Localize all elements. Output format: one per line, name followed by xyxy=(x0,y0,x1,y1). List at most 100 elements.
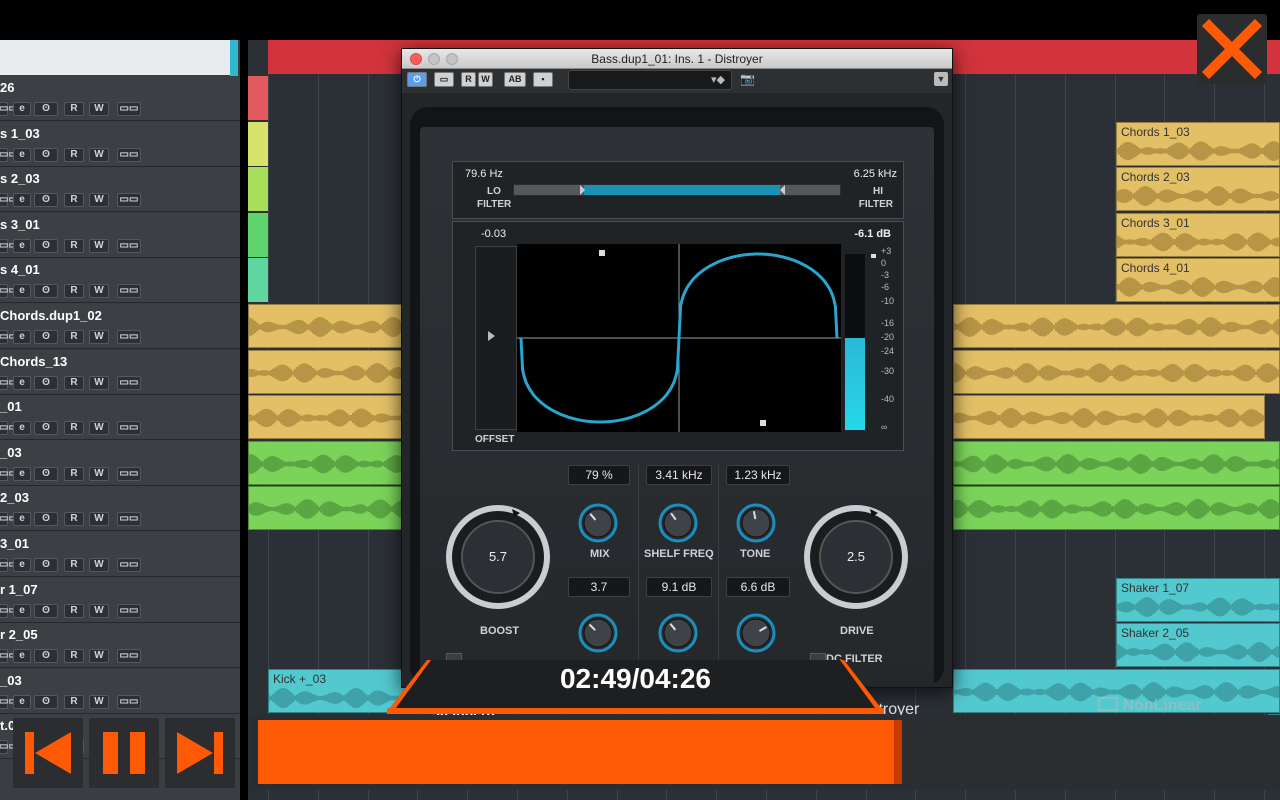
track-lane-button[interactable]: ▭▭ xyxy=(0,193,18,208)
track-w-button[interactable]: W xyxy=(89,375,109,390)
track-lane-button[interactable]: ▭▭ xyxy=(117,512,141,527)
track-r-button[interactable]: R xyxy=(64,466,84,481)
pause-button[interactable] xyxy=(89,718,159,788)
track-link-button[interactable]: ʘ xyxy=(34,147,58,162)
clip[interactable] xyxy=(953,486,1280,531)
track-r-button[interactable]: R xyxy=(64,147,84,162)
track-lane-button[interactable]: ▭▭ xyxy=(117,421,141,436)
track-r-button[interactable]: R xyxy=(64,558,84,572)
track-w-button[interactable]: W xyxy=(89,421,109,436)
track-lane-button[interactable]: ▭▭ xyxy=(0,238,18,253)
write-automation-button[interactable]: W xyxy=(478,72,493,87)
track-r-button[interactable]: R xyxy=(64,238,84,253)
track-w-button[interactable]: W xyxy=(89,238,109,253)
clip[interactable] xyxy=(953,440,1280,485)
track-link-button[interactable]: ʘ xyxy=(34,694,58,709)
clip[interactable]: Chords 1_03 xyxy=(1116,121,1280,166)
track-r-button[interactable]: R xyxy=(64,330,84,344)
track-w-button[interactable]: W xyxy=(89,466,109,481)
track-lane-button[interactable]: ▭▭ xyxy=(0,694,18,709)
track-e-button[interactable]: e xyxy=(13,558,31,572)
track-lane-button[interactable]: ▭▭ xyxy=(0,558,18,572)
knob-a[interactable] xyxy=(578,613,618,653)
transfer-curve-display[interactable] xyxy=(517,244,841,432)
drive-knob[interactable]: 2.5 xyxy=(802,503,910,611)
track-link-button[interactable]: ʘ xyxy=(34,102,58,116)
clip[interactable]: Shaker 2_05 xyxy=(1116,623,1280,668)
clip[interactable] xyxy=(248,349,408,394)
settings-button[interactable]: ▪ xyxy=(533,72,553,87)
clip[interactable] xyxy=(953,395,1265,440)
track-lane-button[interactable]: ▭▭ xyxy=(0,421,18,436)
output-level-handle[interactable] xyxy=(871,254,876,258)
track-w-button[interactable]: W xyxy=(89,102,109,116)
track-e-button[interactable]: e xyxy=(13,193,31,208)
track-color-strip[interactable] xyxy=(248,258,268,303)
track-lane-button[interactable]: ▭▭ xyxy=(117,330,141,344)
clip[interactable] xyxy=(953,304,1280,348)
shelf-freq-knob[interactable] xyxy=(658,503,698,543)
track-e-button[interactable]: e xyxy=(13,512,31,527)
clip[interactable]: Shaker 1_07 xyxy=(1116,577,1280,622)
clip[interactable] xyxy=(248,304,408,348)
track-e-button[interactable]: e xyxy=(13,375,31,390)
preset-menu-icon[interactable]: ▾◆ xyxy=(711,73,725,86)
track-lane-button[interactable]: ▭▭ xyxy=(0,649,18,664)
track-e-button[interactable]: e xyxy=(13,421,31,436)
track-list-scrollbar[interactable] xyxy=(230,40,238,76)
read-automation-button[interactable]: R xyxy=(461,72,476,87)
curve-handle[interactable] xyxy=(760,420,766,426)
track-link-button[interactable]: ʘ xyxy=(34,558,58,572)
track-link-button[interactable]: ʘ xyxy=(34,375,58,390)
track-link-button[interactable]: ʘ xyxy=(34,649,58,664)
track-e-button[interactable]: e xyxy=(13,603,31,618)
track-row[interactable]: s 3_01 ▭▭ e ʘ R W ▭▭ xyxy=(0,212,240,258)
track-link-button[interactable]: ʘ xyxy=(34,603,58,618)
track-w-button[interactable]: W xyxy=(89,330,109,344)
clip[interactable] xyxy=(248,486,408,531)
track-lane-button[interactable]: ▭▭ xyxy=(0,603,18,618)
next-button[interactable] xyxy=(165,718,235,788)
clip[interactable] xyxy=(953,349,1280,394)
track-w-button[interactable]: W xyxy=(89,603,109,618)
previous-button[interactable] xyxy=(13,718,83,788)
track-e-button[interactable]: e xyxy=(13,102,31,116)
clip[interactable]: Chords 3_01 xyxy=(1116,212,1280,257)
power-button[interactable]: ⏻ xyxy=(407,72,427,87)
track-lane-button[interactable]: ▭▭ xyxy=(117,466,141,481)
track-w-button[interactable]: W xyxy=(89,512,109,527)
preset-selector[interactable]: ▾◆ xyxy=(568,70,732,90)
track-row[interactable]: s 4_01 ▭▭ e ʘ R W ▭▭ xyxy=(0,258,240,304)
track-lane-button[interactable]: ▭▭ xyxy=(0,512,18,527)
track-color-strip[interactable] xyxy=(248,167,268,212)
track-link-button[interactable]: ʘ xyxy=(34,466,58,481)
track-r-button[interactable]: R xyxy=(64,603,84,618)
track-r-button[interactable]: R xyxy=(64,284,84,299)
track-lane-button[interactable]: ▭▭ xyxy=(0,375,18,390)
track-r-button[interactable]: R xyxy=(64,421,84,436)
knob-c[interactable] xyxy=(736,613,776,653)
track-color-strip[interactable] xyxy=(248,121,268,166)
boost-knob[interactable]: 5.7 xyxy=(444,503,552,611)
lo-filter-handle[interactable] xyxy=(580,185,585,195)
track-e-button[interactable]: e xyxy=(13,238,31,253)
clip[interactable] xyxy=(248,440,408,485)
track-e-button[interactable]: e xyxy=(13,649,31,664)
track-row[interactable]: s 2_03 ▭▭ e ʘ R W ▭▭ xyxy=(0,167,240,213)
expand-menu-icon[interactable]: ▼ xyxy=(934,72,948,86)
track-row[interactable]: _03 ▭▭ e ʘ R W ▭▭ xyxy=(0,668,240,714)
close-button[interactable] xyxy=(1197,14,1267,84)
track-row[interactable]: 2_03 ▭▭ e ʘ R W ▭▭ xyxy=(0,486,240,532)
track-e-button[interactable]: e xyxy=(13,466,31,481)
track-r-button[interactable]: R xyxy=(64,512,84,527)
track-e-button[interactable]: e xyxy=(13,330,31,344)
track-lane-button[interactable]: ▭▭ xyxy=(117,284,141,299)
track-lane-button[interactable]: ▭▭ xyxy=(0,330,18,344)
track-link-button[interactable]: ʘ xyxy=(34,193,58,208)
track-lane-button[interactable]: ▭▭ xyxy=(117,193,141,208)
track-lane-button[interactable]: ▭▭ xyxy=(0,147,18,162)
track-w-button[interactable]: W xyxy=(89,558,109,572)
clip[interactable]: Chords 4_01 xyxy=(1116,258,1280,303)
track-color-strip[interactable] xyxy=(248,212,268,257)
bypass-button[interactable]: ▭ xyxy=(434,72,454,87)
